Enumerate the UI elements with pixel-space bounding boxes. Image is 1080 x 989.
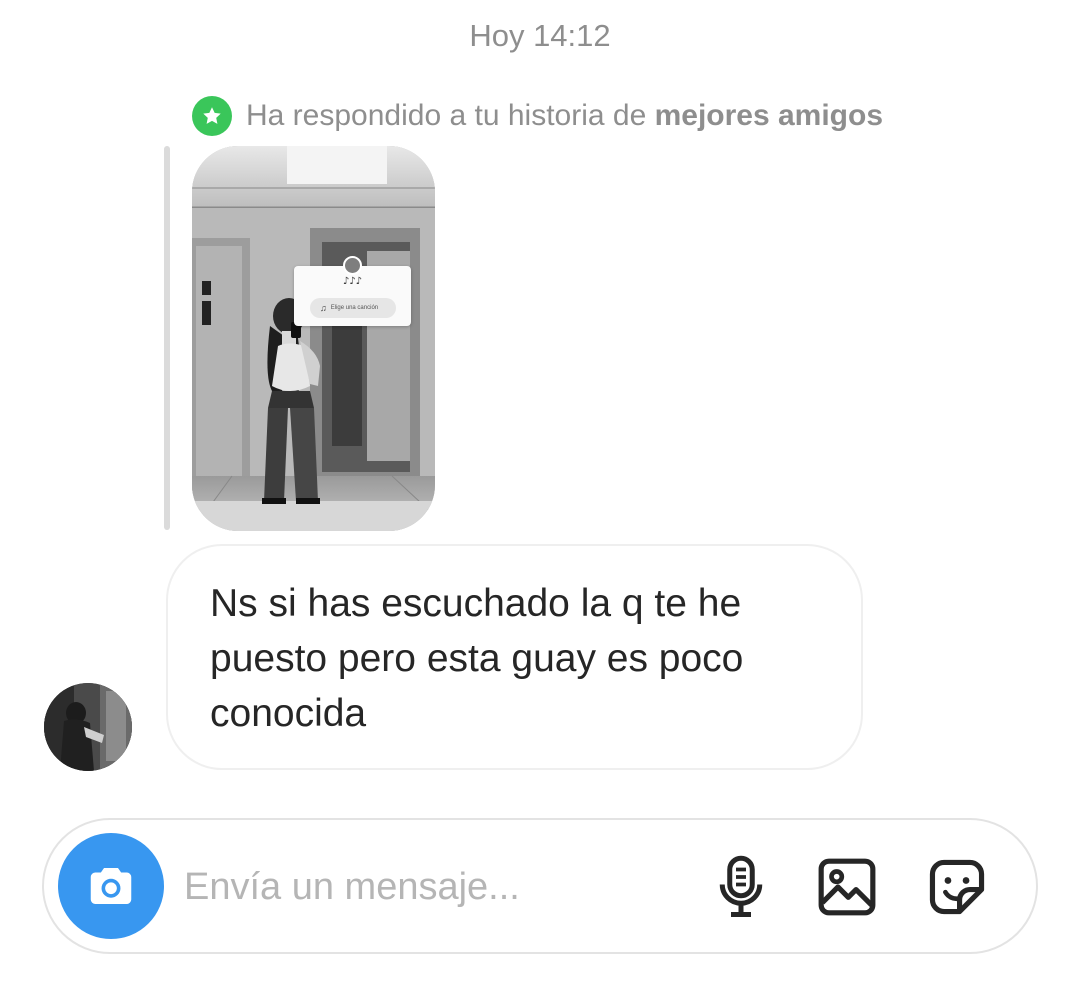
message-composer bbox=[42, 818, 1038, 954]
sticker-notes: ♪♪♪ bbox=[342, 276, 363, 287]
gallery-button[interactable] bbox=[814, 854, 880, 920]
reply-quote-bar bbox=[164, 146, 170, 530]
sender-avatar[interactable] bbox=[44, 683, 132, 771]
story-reply-note-text: Ha respondido a tu historia de bbox=[246, 99, 655, 132]
sticker-icon bbox=[929, 859, 985, 915]
microphone-icon bbox=[719, 855, 763, 917]
choose-song-label: Elige una canción bbox=[330, 305, 379, 311]
camera-button[interactable] bbox=[58, 833, 164, 939]
message-text: Ns si has escuchado la q te he puesto pe… bbox=[210, 582, 744, 735]
microphone-button[interactable] bbox=[708, 854, 774, 920]
close-friends-star-icon bbox=[192, 96, 232, 136]
music-note-icon: ♫ bbox=[320, 303, 327, 313]
sticker-avatar bbox=[343, 256, 362, 275]
story-thumbnail[interactable]: ♪♪♪ ♫ Elige una canción bbox=[192, 146, 435, 531]
message-bubble[interactable]: Ns si has escuchado la q te he puesto pe… bbox=[166, 544, 863, 770]
gallery-icon bbox=[818, 858, 876, 916]
camera-icon bbox=[90, 868, 132, 904]
choose-song-button: ♫ Elige una canción bbox=[310, 298, 396, 318]
story-reply-note: Ha respondido a tu historia de mejores a… bbox=[192, 95, 883, 137]
message-input[interactable] bbox=[184, 858, 684, 916]
music-sticker: ♪♪♪ ♫ Elige una canción bbox=[294, 256, 411, 326]
story-reply-note-audience: mejores amigos bbox=[654, 99, 884, 132]
sticker-button[interactable] bbox=[924, 854, 990, 920]
date-timestamp: Hoy 14:12 bbox=[469, 18, 611, 53]
